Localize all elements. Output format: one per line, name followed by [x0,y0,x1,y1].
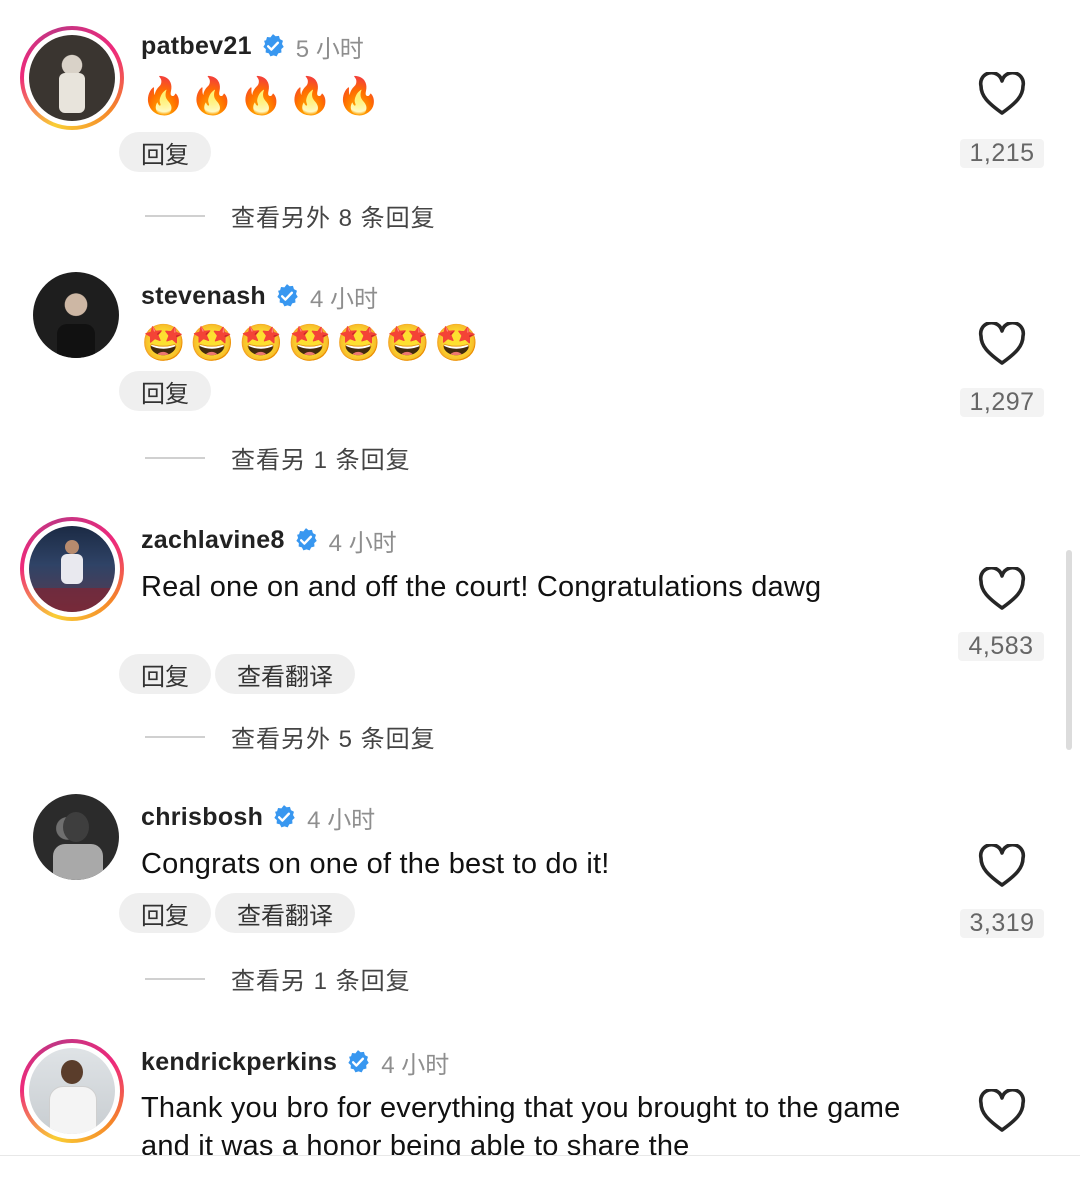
comment-text: Thank you bro for everything that you br… [141,1092,901,1162]
replies-divider [145,977,205,980]
comment-time: 4 小时 [307,806,376,834]
avatar [29,1048,115,1134]
view-replies-link[interactable]: 查看另 1 条回复 [145,961,411,996]
avatar-story-ring[interactable] [20,26,124,130]
star-struck-emoji: 🤩 [336,322,382,363]
like-button[interactable] [972,565,1032,616]
translate-button[interactable]: 查看翻译 [215,893,355,933]
comment-time: 4 小时 [381,1051,450,1079]
view-replies-label: 查看另外 5 条回复 [231,726,436,753]
reply-button[interactable]: 回复 [119,132,211,172]
like-count: 1,215 [960,139,1044,168]
star-struck-emoji: 🤩 [385,322,430,363]
comment-time: 4 小时 [310,285,379,313]
avatar[interactable] [33,794,119,880]
view-replies-link[interactable]: 查看另外 5 条回复 [145,719,436,754]
heart-outline-icon [978,320,1026,365]
username[interactable]: chrisbosh [141,803,263,832]
fire-emoji: 🔥 [287,75,333,116]
comment-text: Real one on and off the court! Congratul… [141,571,822,603]
heart-outline-icon [978,1087,1026,1132]
avatar-story-ring[interactable] [20,1039,124,1143]
replies-divider [145,214,205,217]
like-count: 4,583 [958,632,1044,661]
like-button[interactable] [972,320,1032,371]
verified-badge-icon [277,284,298,307]
fire-emoji: 🔥 [141,75,186,116]
username[interactable]: patbev21 [141,32,252,61]
translate-button[interactable]: 查看翻译 [215,654,355,694]
star-struck-emoji: 🤩 [189,322,235,363]
star-struck-emoji: 🤩 [238,322,284,363]
star-struck-emoji: 🤩 [433,322,479,363]
comment-emojis: 🔥 🔥 🔥 🔥 🔥 [141,74,381,118]
heart-outline-icon [978,565,1026,610]
like-button[interactable] [972,70,1032,121]
comment-text: Congrats on one of the best to do it! [141,848,610,880]
comment-time: 4 小时 [328,529,397,557]
reply-button[interactable]: 回复 [119,893,211,933]
verified-badge-icon [263,34,284,57]
replies-divider [145,456,205,459]
like-count: 1,297 [960,388,1044,417]
replies-divider [145,735,205,738]
scrollbar[interactable] [1066,550,1072,750]
avatar [29,35,115,121]
fire-emoji: 🔥 [238,75,284,116]
verified-badge-icon [348,1050,369,1073]
avatar [29,526,115,612]
bottom-edge [0,1155,1080,1179]
username[interactable]: stevenash [141,282,266,311]
fire-emoji: 🔥 [336,75,382,116]
view-replies-link[interactable]: 查看另 1 条回复 [145,440,411,475]
comment-emojis: 🤩 🤩 🤩 🤩 🤩 🤩 🤩 [141,321,479,365]
heart-outline-icon [978,842,1026,887]
avatar-story-ring[interactable] [20,517,124,621]
verified-badge-icon [274,805,295,828]
like-button[interactable] [972,1087,1032,1138]
view-replies-link[interactable]: 查看另外 8 条回复 [145,198,436,233]
view-replies-label: 查看另 1 条回复 [231,447,411,474]
view-replies-label: 查看另 1 条回复 [231,968,411,995]
username[interactable]: zachlavine8 [141,526,285,555]
fire-emoji: 🔥 [189,75,235,116]
view-replies-label: 查看另外 8 条回复 [231,205,436,232]
star-struck-emoji: 🤩 [141,322,186,363]
reply-button[interactable]: 回复 [119,371,211,411]
like-count: 3,319 [960,909,1044,938]
username[interactable]: kendrickperkins [141,1048,337,1077]
reply-button[interactable]: 回复 [119,654,211,694]
comment-time: 5 小时 [295,35,364,63]
verified-badge-icon [296,528,317,551]
avatar[interactable] [33,272,119,358]
star-struck-emoji: 🤩 [287,322,333,363]
like-button[interactable] [972,842,1032,893]
heart-outline-icon [978,70,1026,115]
